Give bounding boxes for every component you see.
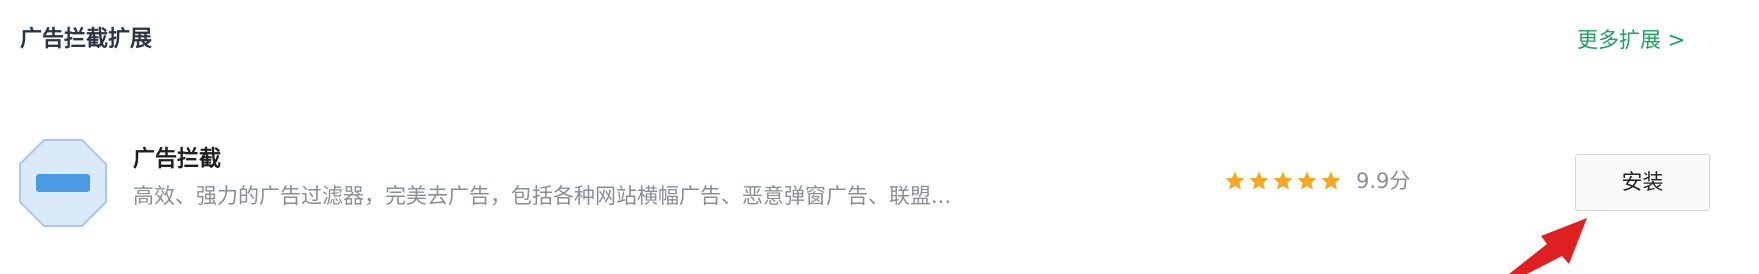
star-icon xyxy=(1225,171,1245,190)
rating-score: 9.9分 xyxy=(1356,169,1411,193)
more-extensions-link[interactable]: 更多扩展 > xyxy=(1577,26,1685,54)
rating: 9.9分 xyxy=(1224,167,1410,195)
star-icon xyxy=(1297,171,1317,190)
extension-name: 广告拦截 xyxy=(133,147,222,172)
extension-item: 广告拦截 高效、强力的广告过滤器，完美去广告，包括各种网站横幅广告、恶意弹窗广告… xyxy=(0,130,1759,230)
rating-stars xyxy=(1224,170,1342,192)
section-title: 广告拦截扩展 xyxy=(20,27,153,52)
install-button[interactable]: 安装 xyxy=(1575,154,1710,211)
red-arrow-pointer-icon xyxy=(1509,218,1587,274)
extension-description: 高效、强力的广告过滤器，完美去广告，包括各种网站横幅广告、恶意弹窗广告、联盟..… xyxy=(133,184,952,208)
star-icon xyxy=(1249,171,1269,190)
star-icon xyxy=(1321,171,1341,190)
adblock-stop-sign-icon xyxy=(19,139,107,227)
star-icon xyxy=(1273,171,1293,190)
